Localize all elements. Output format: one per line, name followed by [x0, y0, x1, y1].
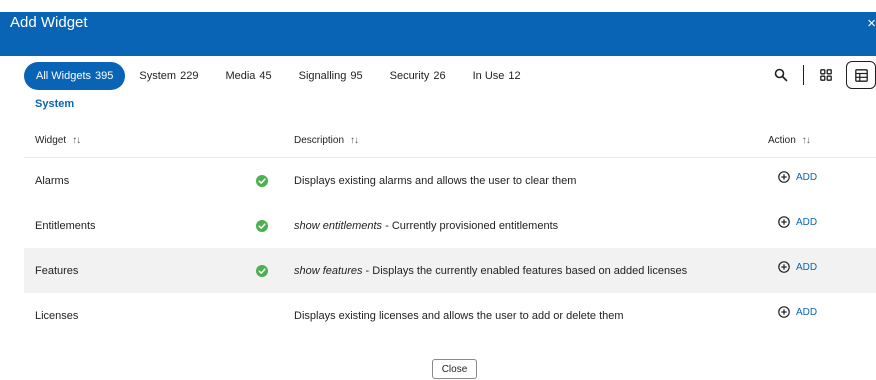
tab-label: All Widgets [36, 70, 92, 82]
add-label: ADD [796, 306, 818, 318]
tab-media[interactable]: Media 45 [225, 62, 271, 90]
check-circle-icon [256, 265, 268, 277]
widget-name: Entitlements [35, 220, 96, 232]
table-view-button[interactable] [846, 61, 876, 89]
widget-name: Licenses [35, 310, 79, 322]
search-button[interactable] [767, 61, 795, 89]
sort-icon: ↑↓ [72, 135, 81, 146]
widget-description: Displays existing licenses and allows th… [294, 310, 624, 322]
table-row: Alarms Displays existing alarms and allo… [24, 158, 876, 203]
table-view-icon [854, 68, 868, 82]
tab-signalling[interactable]: Signalling 95 [299, 62, 363, 90]
header-widget[interactable]: Widget ↑↓ [35, 135, 81, 146]
tab-count: 26 [433, 70, 446, 82]
tab-security[interactable]: Security 26 [390, 62, 446, 90]
tab-label: Media [225, 70, 256, 82]
tab-label: Security [389, 70, 430, 82]
plus-circle-icon [778, 171, 790, 183]
widget-description: show entitlements - Currently provisione… [294, 220, 558, 232]
plus-circle-icon [778, 306, 790, 318]
widget-name: Alarms [35, 175, 70, 187]
table-row: Entitlements show entitlements - Current… [24, 203, 876, 248]
add-label: ADD [796, 216, 818, 228]
dialog-titlebar: Add Widget × [0, 12, 876, 56]
desc-text: Displays existing alarms and allows the … [294, 175, 577, 187]
desc-text: - Displays the currently enabled feature… [362, 265, 688, 277]
table-row: Features show features - Displays the cu… [24, 248, 876, 293]
filter-tabs: All Widgets 395 System 229 Media 45 Signall… [24, 62, 521, 90]
check-circle-icon [256, 220, 268, 232]
tab-count: 45 [259, 70, 272, 82]
tab-all-widgets[interactable]: All Widgets 395 [24, 62, 126, 90]
add-button[interactable]: ADD [778, 306, 817, 318]
add-button[interactable]: ADD [778, 171, 817, 183]
widget-table: Widget ↑↓ Description ↑↓ Action ↑↓ Alarms D… [24, 122, 876, 338]
grid-view-icon [820, 69, 832, 81]
tab-label: System [139, 70, 177, 82]
desc-text: - Currently provisioned entitlements [382, 220, 559, 232]
section-label: System [35, 98, 75, 110]
desc-text: Displays existing licenses and allows th… [294, 310, 624, 322]
tab-label: Signalling [298, 70, 347, 82]
header-description[interactable]: Description ↑↓ [294, 135, 359, 146]
plus-circle-icon [778, 261, 790, 273]
widget-name: Features [35, 265, 79, 277]
tab-count: 395 [95, 70, 114, 82]
table-row: Licenses Displays existing licenses and … [24, 293, 876, 338]
header-action[interactable]: Action ↑↓ [768, 135, 811, 146]
grid-view-button[interactable] [812, 61, 840, 89]
close-button[interactable]: Close [432, 359, 477, 379]
add-button[interactable]: ADD [778, 261, 817, 273]
sort-icon: ↑↓ [350, 135, 359, 146]
tab-system[interactable]: System 229 [139, 62, 198, 90]
desc-command: show features [294, 265, 363, 277]
add-label: ADD [796, 171, 818, 183]
check-circle-icon [256, 175, 268, 187]
tab-label: In Use [472, 70, 505, 82]
tab-count: 12 [508, 70, 521, 82]
desc-command: show entitlements [294, 220, 383, 232]
tool-divider [803, 65, 804, 85]
search-icon [774, 68, 788, 82]
header-label: Description [294, 135, 345, 146]
dialog-title: Add Widget [10, 14, 88, 31]
plus-circle-icon [778, 216, 790, 228]
dialog-close-icon[interactable]: × [867, 15, 876, 32]
header-label: Action [768, 135, 796, 146]
tab-count: 95 [350, 70, 363, 82]
add-button[interactable]: ADD [778, 216, 817, 228]
table-header: Widget ↑↓ Description ↑↓ Action ↑↓ [24, 122, 876, 158]
tab-count: 229 [180, 70, 199, 82]
widget-description: show features - Displays the currently e… [294, 265, 687, 277]
sort-icon: ↑↓ [801, 135, 811, 146]
add-label: ADD [796, 261, 818, 273]
widget-description: Displays existing alarms and allows the … [294, 175, 576, 187]
header-label: Widget [35, 135, 67, 146]
view-tools [767, 61, 876, 89]
tab-in-use[interactable]: In Use 12 [473, 62, 521, 90]
